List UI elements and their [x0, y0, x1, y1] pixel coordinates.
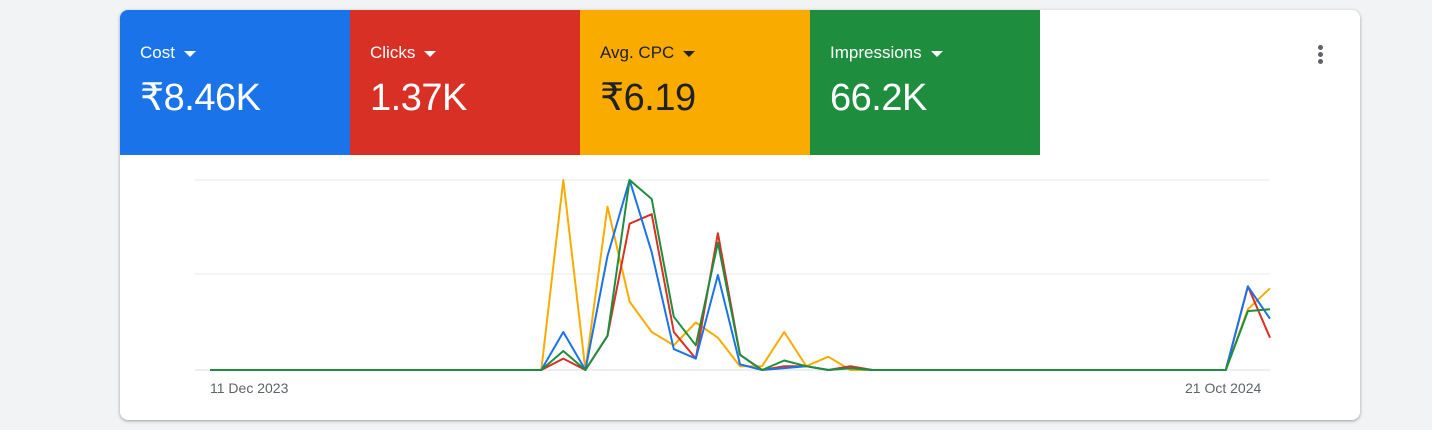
series-line-2	[210, 213, 1271, 371]
line-chart	[195, 179, 1271, 371]
series-line-1	[210, 179, 1271, 371]
x-axis-label-end: 21 Oct 2024	[1185, 380, 1262, 396]
performance-card: Cost ₹8.46K Clicks 1.37K Avg. CPC ₹6.19 …	[120, 10, 1360, 420]
x-axis-label-start: 11 Dec 2023	[210, 380, 289, 396]
series-line-4	[210, 179, 1271, 371]
series-line-3	[210, 179, 1271, 371]
